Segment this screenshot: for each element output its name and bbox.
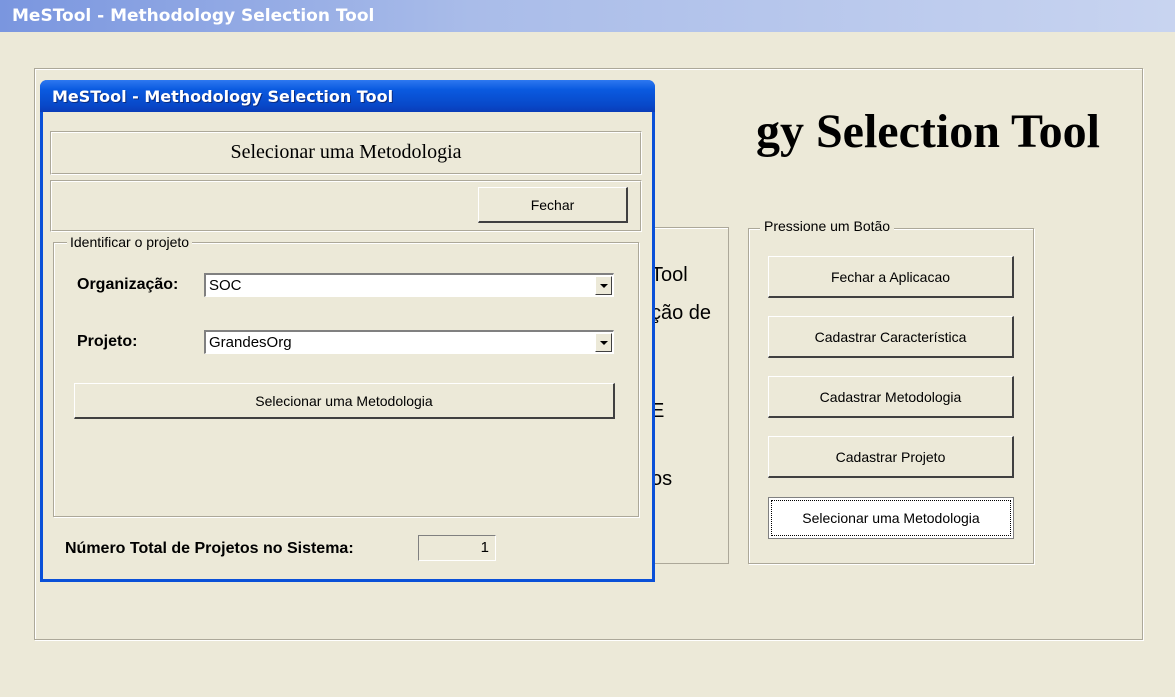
organization-select[interactable]: SOC <box>204 273 614 297</box>
organization-value: SOC <box>209 277 242 294</box>
chevron-down-icon[interactable] <box>595 333 612 352</box>
project-select[interactable]: GrandesOrg <box>204 330 614 354</box>
register-methodology-button[interactable]: Cadastrar Metodologia <box>768 376 1014 418</box>
description-fragment-2: ção de <box>651 302 712 324</box>
register-project-button[interactable]: Cadastrar Projeto <box>768 436 1014 478</box>
dialog-header-title: Selecionar uma Metodologia <box>230 141 462 163</box>
close-dialog-button[interactable]: Fechar <box>478 187 628 223</box>
main-button-group-legend: Pressione um Botão <box>760 218 895 234</box>
select-methodology-main-button[interactable]: Selecionar uma Metodologia <box>768 497 1014 539</box>
dialog-title: MeSTool - Methodology Selection Tool <box>52 87 394 106</box>
total-projects-label: Número Total de Projetos no Sistema: <box>65 540 354 557</box>
dialog-titlebar[interactable]: MeSTool - Methodology Selection Tool <box>40 80 655 112</box>
chevron-down-icon[interactable] <box>595 276 612 295</box>
description-fragment-1: Tool <box>651 264 688 286</box>
project-value: GrandesOrg <box>209 334 292 351</box>
identify-project-legend: Identificar o projeto <box>67 234 193 250</box>
total-projects-value: 1 <box>418 535 496 561</box>
register-characteristic-button[interactable]: Cadastrar Característica <box>768 316 1014 358</box>
dialog-header-panel: Selecionar uma Metodologia <box>50 131 642 175</box>
main-window-titlebar[interactable]: MeSTool - Methodology Selection Tool <box>0 0 1175 32</box>
close-application-button[interactable]: Fechar a Aplicacao <box>768 256 1014 298</box>
organization-label: Organização: <box>77 276 179 293</box>
select-methodology-button[interactable]: Selecionar uma Metodologia <box>74 383 615 419</box>
project-label: Projeto: <box>77 333 138 350</box>
main-window-title: MeSTool - Methodology Selection Tool <box>12 6 375 26</box>
select-methodology-dialog: MeSTool - Methodology Selection Tool Sel… <box>40 80 655 582</box>
